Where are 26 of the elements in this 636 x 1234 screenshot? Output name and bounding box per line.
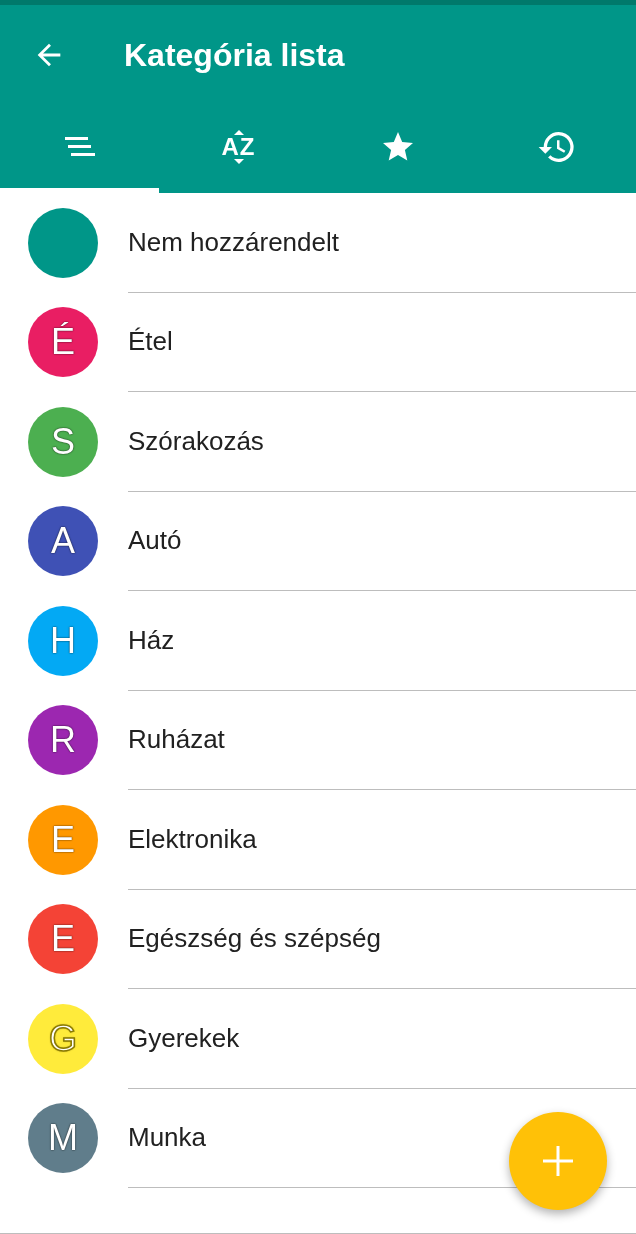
category-avatar: S: [28, 406, 98, 477]
category-name[interactable]: Munka: [128, 1118, 207, 1158]
category-name[interactable]: Szórakozás: [128, 421, 264, 461]
screen-title: Kategória lista: [124, 36, 345, 75]
category-name[interactable]: Egészség és szépség: [128, 919, 381, 959]
category-avatar: E: [28, 904, 98, 975]
up-arrow-icon: [233, 129, 244, 135]
category-avatar: G: [28, 1003, 98, 1074]
category-name[interactable]: Ház: [128, 620, 175, 660]
category-name[interactable]: Gyerekek: [128, 1018, 240, 1058]
down-arrow-icon: [233, 158, 244, 164]
category-avatar: M: [28, 1103, 98, 1174]
category-name[interactable]: Autó: [128, 521, 182, 561]
tab[interactable]: AZ: [159, 105, 318, 193]
category-avatar: E: [28, 804, 98, 875]
category-name[interactable]: Elektronika: [128, 819, 257, 859]
category-avatar: É: [28, 307, 98, 378]
category-name[interactable]: Ruházat: [128, 720, 225, 760]
sort-label: AZ: [221, 134, 256, 159]
category-avatar: A: [28, 506, 98, 577]
plus-icon: [543, 1146, 573, 1176]
category-avatar: H: [28, 605, 98, 676]
list-icon: [64, 135, 95, 158]
category-avatar: R: [28, 705, 98, 776]
category-name[interactable]: Nem hozzárendelt: [128, 222, 339, 262]
category-name[interactable]: Étel: [128, 322, 173, 362]
